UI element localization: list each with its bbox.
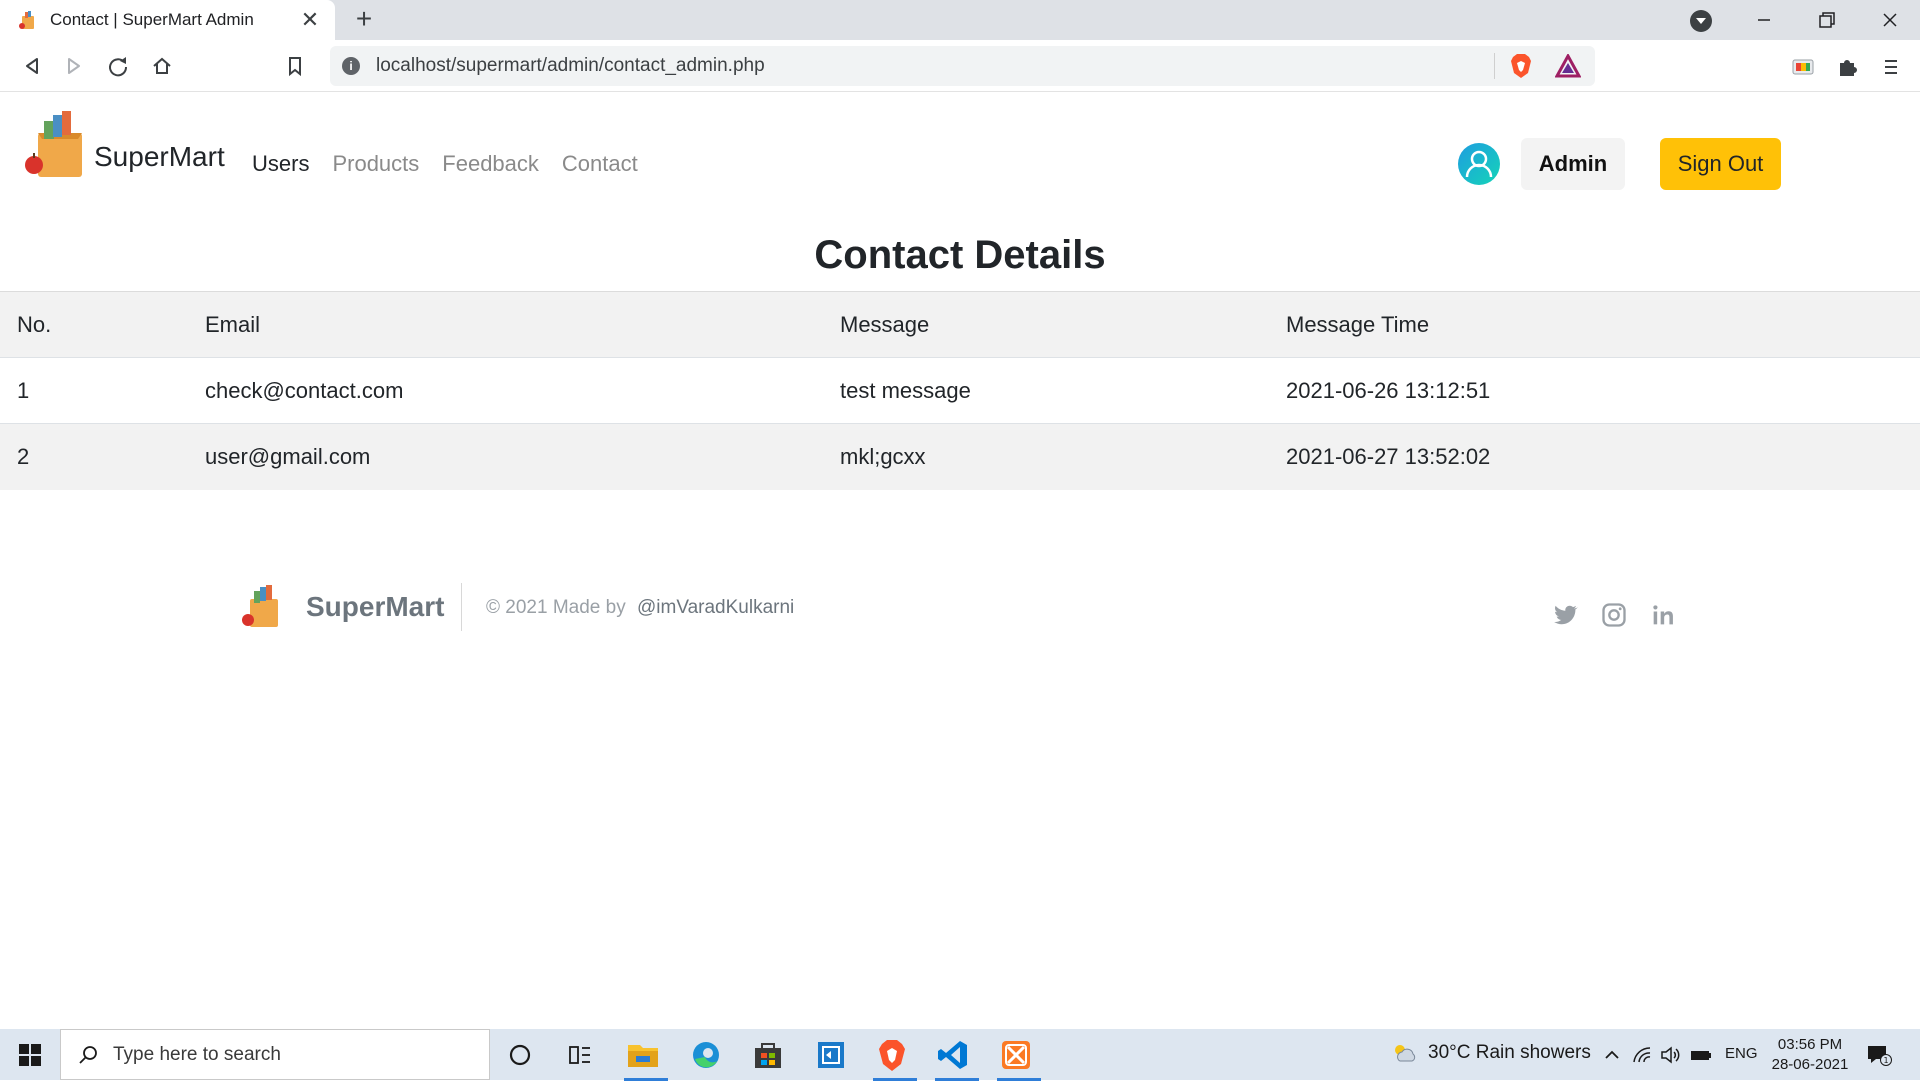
windows-start-icon[interactable] [18,1043,42,1067]
brave-shields-icon[interactable] [1509,53,1533,79]
table-row: 1 check@contact.com test message 2021-06… [0,357,1920,424]
nav-link-products[interactable]: Products [332,151,419,177]
wifi-icon[interactable] [1631,1044,1653,1066]
tab-close-icon[interactable]: ✕ [299,9,321,31]
battery-icon[interactable] [1690,1044,1712,1066]
twitter-icon[interactable] [1551,601,1579,629]
clock-time: 03:56 PM [1777,1036,1843,1053]
copyright-text: © 2021 Made by [486,597,626,618]
vscode-icon[interactable] [929,1035,979,1081]
nav-link-contact[interactable]: Contact [562,151,638,177]
footer-divider [461,583,462,631]
contact-table: No. Email Message Message Time 1 check@c… [0,291,1920,490]
windows-taskbar: Type here to search 30°C Rain showers EN… [0,1029,1920,1081]
system-clock[interactable]: 03:56 PM 28-06-2021 [1770,1035,1850,1075]
column-header-message: Message [823,291,1269,358]
weather-widget[interactable]: 30°C Rain showers [1390,1041,1591,1065]
address-bar[interactable]: i localhost/supermart/admin/contact_admi… [330,46,1595,86]
browser-toolbar: i localhost/supermart/admin/contact_admi… [0,40,1920,92]
column-header-message-time: Message Time [1269,291,1920,358]
cell-email: check@contact.com [188,357,823,424]
notification-center-icon[interactable]: 1 [1866,1043,1892,1067]
cell-no: 2 [17,443,30,469]
site-footer: SuperMart © 2021 Made by @imVaradKulkarn… [240,583,1680,663]
main-nav: Users Products Feedback Contact [252,151,661,177]
taskbar-search-box[interactable]: Type here to search [60,1029,490,1080]
chevron-up-icon[interactable] [1601,1044,1623,1066]
site-navbar: SuperMart Users Products Feedback Contac… [0,93,1920,233]
window-close-icon[interactable] [1870,6,1910,34]
page-title: Contact Details [814,233,1106,277]
footer-copyright: © 2021 Made by @imVaradKulkarni [486,597,794,619]
weather-text: 30°C Rain showers [1428,1042,1591,1063]
restore-icon[interactable] [1806,6,1846,34]
browser-tab[interactable]: Contact | SuperMart Admin ✕ [0,0,335,40]
xampp-icon[interactable] [991,1035,1041,1081]
omnibox-divider [1494,53,1495,79]
cell-message-time: 2021-06-26 13:12:51 [1269,357,1920,424]
table-header-row: No. Email Message Message Time [0,291,1920,358]
forward-icon[interactable] [60,52,88,80]
supermart-favicon-icon [18,10,38,30]
nav-link-feedback[interactable]: Feedback [442,151,539,177]
cell-message: test message [823,357,1269,424]
cell-message-time: 2021-06-27 13:52:02 [1286,443,1491,469]
volume-icon[interactable] [1659,1044,1681,1066]
notification-count: 1 [1883,1056,1888,1065]
cortana-icon[interactable] [495,1035,545,1075]
microsoft-store-icon[interactable] [743,1035,793,1075]
admin-button[interactable]: Admin [1521,138,1625,190]
author-handle-link[interactable]: @imVaradKulkarni [637,597,794,618]
file-explorer-icon[interactable] [618,1035,668,1081]
brand-name: SuperMart [94,141,225,172]
rain-showers-icon [1390,1041,1418,1065]
page-content: SuperMart Users Products Feedback Contac… [0,93,1920,1029]
cell-message: mkl;gcxx [840,443,926,469]
cell-no: 1 [0,357,188,424]
input-language[interactable]: ENG [1725,1045,1758,1062]
footer-brand-name[interactable]: SuperMart [306,591,444,623]
edge-browser-icon[interactable] [681,1035,731,1075]
instagram-icon[interactable] [1600,601,1628,629]
nav-link-users[interactable]: Users [252,151,309,177]
bookmark-icon[interactable] [281,52,309,80]
color-picker-extension-icon[interactable] [1790,54,1816,80]
brave-rewards-icon[interactable] [1555,54,1581,78]
reload-icon[interactable] [104,52,132,80]
search-placeholder: Type here to search [113,1043,281,1065]
brave-taskbar-icon[interactable] [867,1035,917,1081]
footer-logo-icon[interactable] [240,583,282,629]
cell-email: user@gmail.com [205,443,371,469]
extensions-puzzle-icon[interactable] [1834,54,1860,80]
linkedin-icon[interactable] [1649,601,1677,629]
search-icon [77,1044,99,1066]
minimize-icon[interactable] [1744,6,1784,34]
tab-title: Contact | SuperMart Admin [50,10,254,29]
url-text[interactable]: localhost/supermart/admin/contact_admin.… [376,55,1494,77]
column-header-no: No. [0,291,188,358]
browser-tab-bar: Contact | SuperMart Admin ✕ + [0,0,1920,40]
remote-desktop-icon[interactable] [806,1035,856,1075]
task-view-icon[interactable] [555,1035,605,1075]
home-icon[interactable] [148,52,176,80]
user-avatar-icon[interactable] [1458,143,1500,185]
supermart-logo-icon [22,109,90,179]
brand-link[interactable]: SuperMart [22,109,225,179]
site-info-icon[interactable]: i [342,57,360,75]
table-row: 2 user@gmail.com mkl;gcxx 2021-06-27 13:… [0,423,1920,490]
new-tab-button[interactable]: + [350,5,378,34]
back-icon[interactable] [18,52,46,80]
tab-search-icon[interactable] [1690,10,1712,32]
menu-icon[interactable] [1878,54,1904,80]
sign-out-button[interactable]: Sign Out [1660,138,1781,190]
column-header-email: Email [188,291,823,358]
clock-date: 28-06-2021 [1771,1056,1849,1073]
